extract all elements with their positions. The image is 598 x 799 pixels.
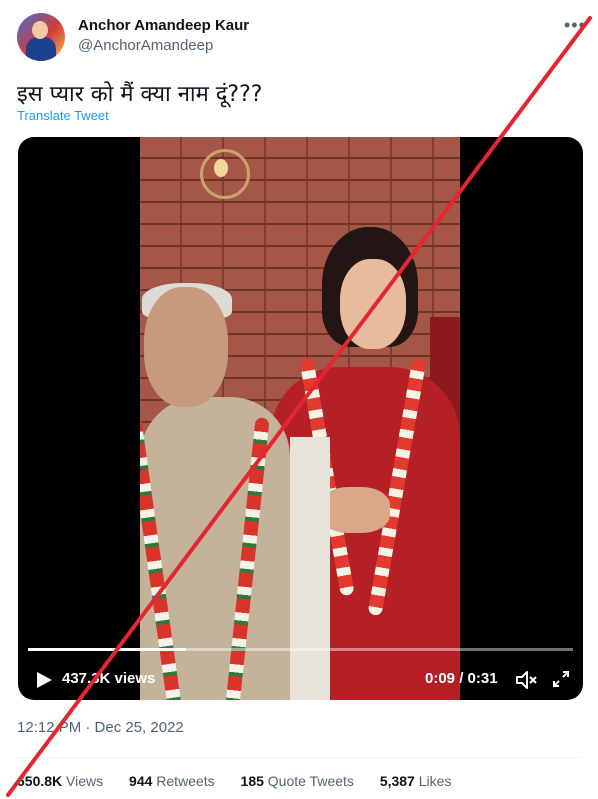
play-icon[interactable] [34,670,54,690]
hands [320,487,390,533]
quotes-label: Quote Tweets [267,773,354,789]
time-separator: / [459,670,468,687]
likes-label: Likes [418,773,452,789]
quotes-stat[interactable]: 185 Quote Tweets [241,773,354,789]
views-count: 650.8K [17,773,63,789]
video-progress-bar[interactable] [28,648,573,651]
tweet-timestamp[interactable]: 12:12 PM · Dec 25, 2022 [17,719,184,736]
views-stat: 650.8K Views [17,773,103,789]
current-time: 0:09 [425,670,456,687]
views-label: Views [66,773,104,789]
video-views-label: 437.3K views [62,670,156,687]
fullscreen-icon[interactable] [551,669,571,689]
tweet-stats: 650.8K Views 944 Retweets 185 Quote Twee… [17,773,473,789]
avatar-face [32,21,48,39]
retweets-stat[interactable]: 944 Retweets [129,773,215,789]
video-frame [140,137,460,700]
divider [17,757,581,758]
video-time: 0:09 / 0:31 [425,670,498,687]
more-icon[interactable]: ••• [564,16,586,34]
tweet-text: इस प्यार को मैं क्या नाम दूं??? [17,82,263,107]
tweet-card: Anchor Amandeep Kaur @AnchorAmandeep •••… [0,0,598,799]
woman-face [340,259,406,349]
author-name[interactable]: Anchor Amandeep Kaur [78,17,249,34]
video-progress-fill [28,648,187,651]
quotes-count: 185 [240,773,264,789]
video-player[interactable]: 437.3K views 0:09 / 0:31 [18,137,583,700]
likes-stat[interactable]: 5,387 Likes [380,773,452,789]
retweets-count: 944 [129,773,153,789]
duration: 0:31 [467,670,498,687]
man-shirt [290,437,330,700]
translate-tweet-link[interactable]: Translate Tweet [17,108,109,123]
lamp-bulb [214,159,228,177]
avatar-body [26,37,56,61]
retweets-label: Retweets [156,773,215,789]
volume-icon[interactable] [515,669,537,691]
avatar[interactable] [17,13,65,61]
author-handle[interactable]: @AnchorAmandeep [78,37,213,54]
man-head [144,287,228,407]
likes-count: 5,387 [379,773,415,789]
